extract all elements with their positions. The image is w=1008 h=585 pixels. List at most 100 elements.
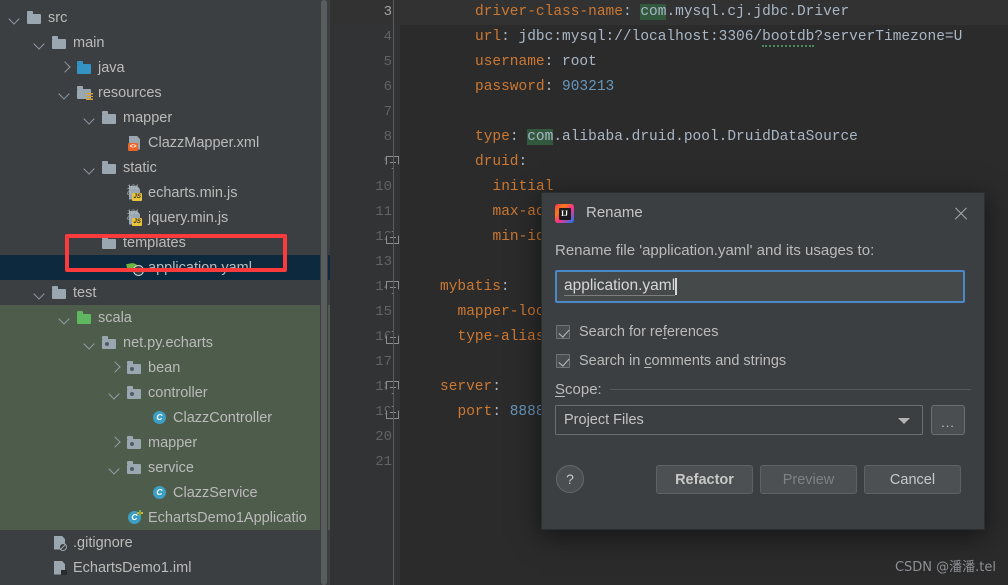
scope-select-value: Project Files bbox=[564, 412, 644, 428]
project-tree-panel[interactable]: src main java resources mapper <> ClazzMapper.… bbox=[0, 0, 330, 585]
tree-item[interactable]: src bbox=[0, 5, 330, 30]
spring-config-file-icon bbox=[126, 260, 144, 276]
scope-select[interactable]: Project Files bbox=[555, 405, 923, 435]
chevron-right-icon[interactable] bbox=[58, 61, 71, 74]
tree-item[interactable]: resources bbox=[0, 80, 330, 105]
chevron-down-icon[interactable] bbox=[83, 111, 96, 124]
tree-item-label: static bbox=[123, 159, 157, 176]
help-button[interactable]: ? bbox=[556, 465, 584, 493]
code-token: mybatis bbox=[440, 279, 501, 295]
tree-item[interactable]: EchartsDemo1.iml bbox=[0, 555, 330, 580]
dialog-title: Rename bbox=[586, 204, 643, 221]
project-tree-scrollbar[interactable] bbox=[320, 0, 328, 585]
resources-folder-icon bbox=[76, 85, 93, 101]
tree-item[interactable]: <> ClazzMapper.xml bbox=[0, 130, 330, 155]
tree-item[interactable]: mapper bbox=[0, 430, 330, 455]
code-token: .alibaba.druid.pool.DruidDataSource bbox=[553, 129, 858, 145]
chevron-down-icon[interactable] bbox=[83, 336, 96, 349]
tree-item-label: templates bbox=[123, 234, 186, 251]
chevron-down-icon[interactable] bbox=[33, 286, 46, 299]
tree-item[interactable]: MDHELP.md bbox=[0, 580, 330, 585]
tree-item[interactable]: templates bbox=[0, 230, 330, 255]
code-line[interactable]: mapper-loca bbox=[458, 300, 554, 325]
chevron-down-icon[interactable] bbox=[8, 11, 21, 24]
cancel-button[interactable]: Cancel bbox=[864, 465, 961, 494]
code-line[interactable]: port: 8888 bbox=[458, 400, 545, 425]
code-folding-column[interactable] bbox=[385, 0, 401, 585]
tree-item[interactable]: C ClazzService bbox=[0, 480, 330, 505]
chevron-right-icon[interactable] bbox=[108, 361, 121, 374]
scope-browse-button[interactable]: ... bbox=[931, 405, 965, 435]
code-line[interactable]: password: 903213 bbox=[475, 75, 614, 100]
checkbox-search-in-comments-and-strings[interactable]: Search in comments and strings bbox=[556, 353, 786, 369]
tree-item-label: jquery.min.js bbox=[148, 209, 229, 226]
code-token: url bbox=[475, 29, 502, 45]
tree-item[interactable]: .gitignore bbox=[0, 530, 330, 555]
checkbox-label: Search in comments and strings bbox=[579, 353, 787, 369]
xml-file-icon: <> bbox=[126, 135, 143, 151]
tree-item[interactable]: test bbox=[0, 280, 330, 305]
chevron-down-icon[interactable] bbox=[33, 36, 46, 49]
tree-item-label: resources bbox=[98, 84, 162, 101]
rename-dialog[interactable]: IJ Rename Rename file 'application.yaml'… bbox=[541, 192, 985, 530]
tree-item[interactable]: bean bbox=[0, 355, 330, 380]
tree-item[interactable]: scala bbox=[0, 305, 330, 330]
rename-input[interactable]: application.yaml bbox=[555, 270, 965, 303]
tree-item[interactable]: 101 0 JS jquery.min.js bbox=[0, 205, 330, 230]
code-token: : bbox=[492, 404, 510, 420]
tree-item[interactable]: C EchartsDemo1Applicatio bbox=[0, 505, 330, 530]
chevron-down-icon[interactable] bbox=[898, 418, 910, 424]
tree-item-label: controller bbox=[148, 384, 208, 401]
code-token: : bbox=[492, 379, 501, 395]
checkbox-icon[interactable] bbox=[556, 354, 570, 368]
tree-item[interactable]: static bbox=[0, 155, 330, 180]
code-line[interactable]: url: jdbc:mysql://localhost:3306/bootdb?… bbox=[475, 25, 962, 50]
close-icon[interactable] bbox=[950, 203, 972, 225]
preview-button: Preview bbox=[760, 465, 857, 494]
chevron-down-icon[interactable] bbox=[108, 386, 121, 399]
tree-item[interactable]: net.py.echarts bbox=[0, 330, 330, 355]
js-file-icon: 101 0 JS bbox=[126, 184, 143, 201]
watermark: CSDN @潘潘.tel bbox=[894, 560, 996, 575]
tree-item-label: mapper bbox=[123, 109, 173, 126]
tree-item[interactable]: 101 0 JS echarts.min.js bbox=[0, 180, 330, 205]
code-line[interactable]: username: root bbox=[475, 50, 597, 75]
tree-item[interactable]: C ClazzController bbox=[0, 405, 330, 430]
checkbox-icon[interactable] bbox=[556, 325, 570, 339]
tree-item[interactable]: mapper bbox=[0, 105, 330, 130]
code-token: port bbox=[457, 404, 493, 420]
code-token: : bbox=[544, 79, 563, 95]
tree-item-label: java bbox=[98, 59, 125, 76]
tree-item[interactable]: service bbox=[0, 455, 330, 480]
code-line[interactable]: druid: bbox=[475, 150, 527, 175]
chevron-down-icon[interactable] bbox=[83, 161, 96, 174]
chevron-right-icon[interactable] bbox=[108, 436, 121, 449]
code-line[interactable]: server: bbox=[440, 375, 501, 400]
package-icon bbox=[101, 335, 118, 351]
chevron-down-icon[interactable] bbox=[58, 86, 71, 99]
editor-gutter[interactable]: 3456789101112131415161718192021 bbox=[330, 0, 400, 585]
tree-item[interactable]: java bbox=[0, 55, 330, 80]
scrollbar-thumb[interactable] bbox=[321, 0, 327, 585]
rename-input-value: application.yaml bbox=[564, 277, 676, 296]
refactor-button[interactable]: Refactor bbox=[656, 465, 753, 494]
code-line[interactable]: type-aliase bbox=[458, 325, 554, 350]
text-caret bbox=[675, 278, 677, 295]
code-line[interactable]: type: com.alibaba.druid.pool.DruidDataSo… bbox=[475, 125, 858, 150]
tree-item-label: scala bbox=[98, 309, 132, 326]
code-line[interactable]: driver-class-name: com.mysql.cj.jdbc.Dri… bbox=[475, 0, 849, 25]
folder-icon bbox=[51, 285, 68, 301]
code-line[interactable]: mybatis: bbox=[440, 275, 510, 300]
chevron-down-icon[interactable] bbox=[108, 461, 121, 474]
tree-item[interactable]: main bbox=[0, 30, 330, 55]
checkbox-search-for-references[interactable]: Search for references bbox=[556, 324, 718, 340]
tree-item[interactable]: controller bbox=[0, 380, 330, 405]
tree-item[interactable]: application.yaml bbox=[0, 255, 330, 280]
chevron-down-icon[interactable] bbox=[58, 311, 71, 324]
